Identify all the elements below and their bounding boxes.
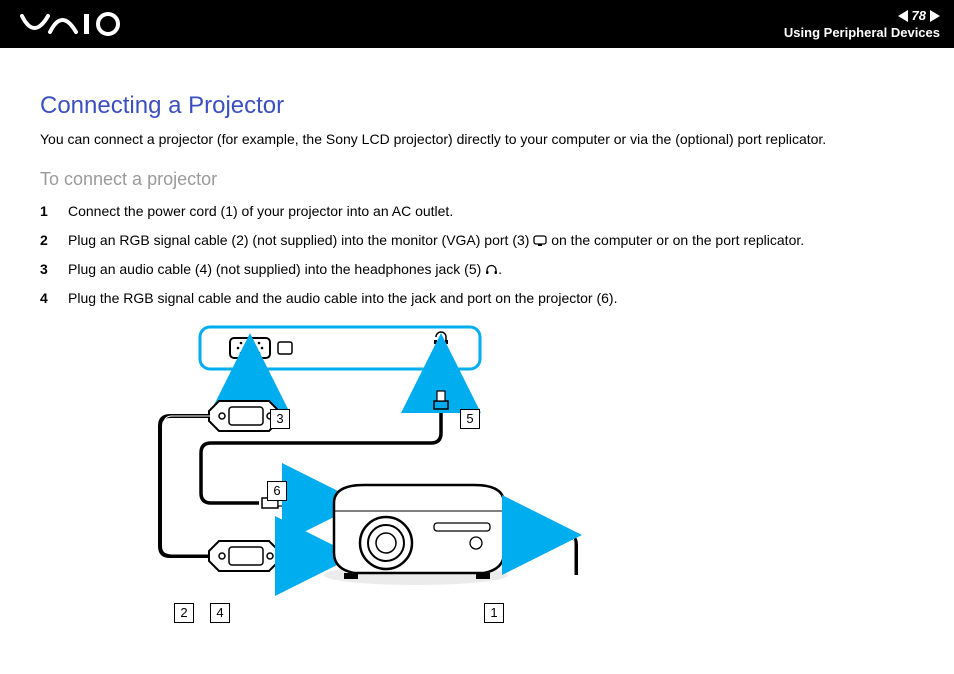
step-text: Plug the RGB signal cable and the audio … [68,290,617,306]
subheading: To connect a projector [40,169,914,190]
next-page-arrow[interactable] [930,10,940,22]
step-text: Plug an audio cable (4) (not supplied) i… [68,261,485,277]
section-title: Using Peripheral Devices [784,25,940,40]
monitor-port-icon [533,235,547,247]
page-title: Connecting a Projector [40,92,914,120]
step-item: Plug an audio cable (4) (not supplied) i… [40,260,914,279]
diagram-label-6: 6 [267,481,287,501]
headphone-icon [485,263,498,276]
step-text: Plug an RGB signal cable (2) (not suppli… [68,232,533,248]
step-text-post: . [498,261,502,277]
page-number: 78 [912,8,926,23]
step-text: Connect the power cord (1) of your proje… [68,203,453,219]
diagram-label-4: 4 [210,603,230,623]
diagram-label-5: 5 [460,409,480,429]
step-item: Connect the power cord (1) of your proje… [40,202,914,221]
step-text-post: on the computer or on the port replicato… [547,232,804,248]
diagram-label-2: 2 [174,603,194,623]
page-header-right: 78 Using Peripheral Devices [784,8,940,40]
header-bar: 78 Using Peripheral Devices [0,0,954,48]
step-item: Plug an RGB signal cable (2) (not suppli… [40,231,914,250]
vaio-logo [20,12,130,36]
step-item: Plug the RGB signal cable and the audio … [40,289,914,308]
page-navigator: 78 [898,8,940,23]
diagram-label-1: 1 [484,603,504,623]
diagram-label-3: 3 [270,409,290,429]
steps-list: Connect the power cord (1) of your proje… [40,202,914,308]
page-content: Connecting a Projector You can connect a… [0,48,954,633]
connection-diagram: 3 5 6 2 4 1 [150,323,690,633]
intro-paragraph: You can connect a projector (for example… [40,130,914,149]
prev-page-arrow[interactable] [898,10,908,22]
